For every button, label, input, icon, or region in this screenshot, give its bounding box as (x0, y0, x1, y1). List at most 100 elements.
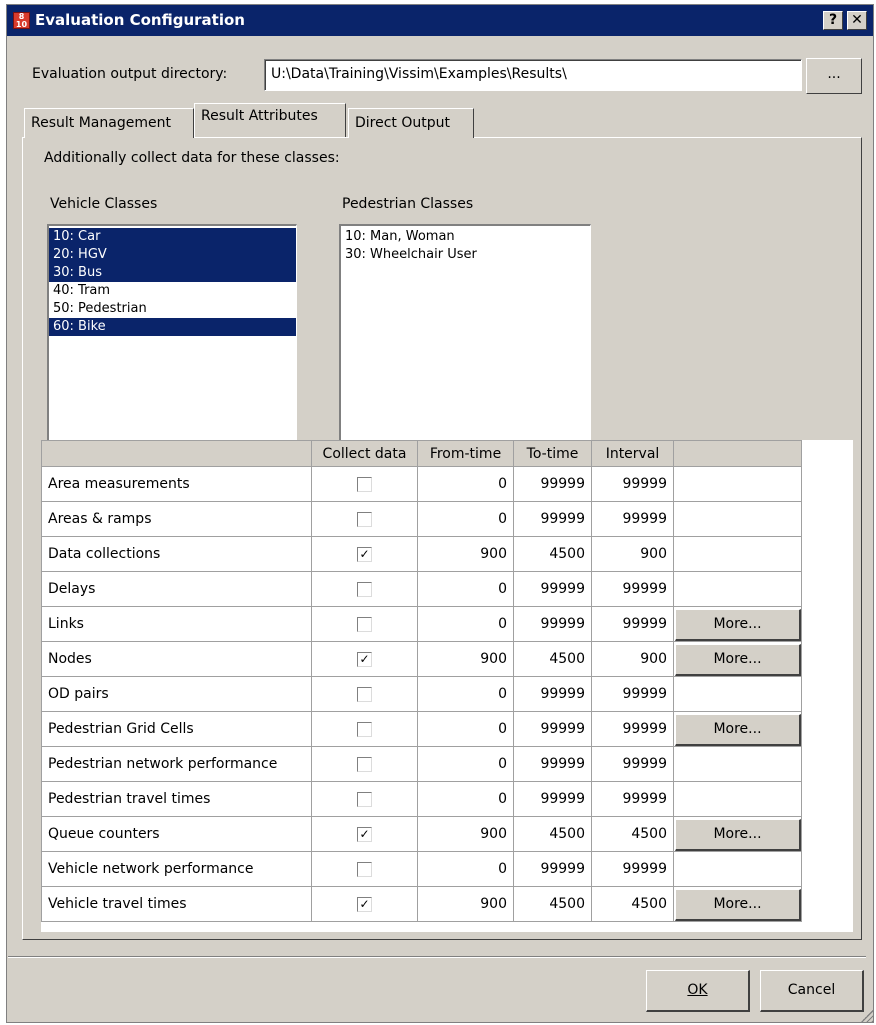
vehicle-list-item[interactable]: 10: Car (49, 228, 296, 246)
from-time-cell[interactable]: 0 (417, 606, 514, 642)
close-button[interactable]: ✕ (847, 11, 867, 30)
interval-cell[interactable]: 99999 (591, 851, 674, 887)
interval-cell[interactable]: 99999 (591, 466, 674, 502)
row-name: Nodes (41, 641, 312, 677)
cancel-button[interactable]: Cancel (760, 970, 864, 1012)
table-row: OD pairs 0 99999 99999 (41, 676, 802, 712)
more-cell (673, 536, 802, 572)
to-time-cell[interactable]: 99999 (513, 781, 592, 817)
more-cell: More... (673, 886, 802, 922)
more-button[interactable]: More... (675, 818, 801, 851)
more-button[interactable]: More... (675, 713, 801, 746)
tab-result-management[interactable]: Result Management (24, 108, 194, 138)
collect-data-cell (311, 676, 418, 712)
interval-cell[interactable]: 4500 (591, 816, 674, 852)
from-time-cell[interactable]: 0 (417, 781, 514, 817)
interval-cell[interactable]: 99999 (591, 781, 674, 817)
from-time-cell[interactable]: 0 (417, 571, 514, 607)
collect-data-checkbox[interactable] (357, 616, 372, 632)
collect-data-checkbox[interactable]: ✓ (357, 826, 372, 842)
collect-data-checkbox[interactable] (357, 686, 372, 702)
collect-data-checkbox[interactable] (357, 721, 372, 737)
table-row: Data collections ✓ 900 4500 900 (41, 536, 802, 572)
collect-data-checkbox[interactable]: ✓ (357, 546, 372, 562)
interval-cell[interactable]: 99999 (591, 501, 674, 537)
interval-cell[interactable]: 900 (591, 536, 674, 572)
collect-data-checkbox[interactable] (357, 861, 372, 877)
row-name: Areas & ramps (41, 501, 312, 537)
from-time-cell[interactable]: 0 (417, 676, 514, 712)
title-bar[interactable]: 8 10 Evaluation Configuration ? ✕ (7, 5, 873, 36)
pedestrian-list-item[interactable]: 10: Man, Woman (341, 228, 590, 246)
row-name: Links (41, 606, 312, 642)
collect-data-checkbox[interactable] (357, 476, 372, 492)
browse-button[interactable]: ... (806, 58, 862, 94)
to-time-cell[interactable]: 4500 (513, 816, 592, 852)
row-name: OD pairs (41, 676, 312, 712)
to-time-cell[interactable]: 4500 (513, 536, 592, 572)
to-time-cell[interactable]: 99999 (513, 711, 592, 747)
vehicle-list-item[interactable]: 40: Tram (49, 282, 296, 300)
table-row: Vehicle travel times ✓ 900 4500 4500 More... (41, 886, 802, 922)
to-time-cell[interactable]: 99999 (513, 501, 592, 537)
output-directory-input[interactable]: U:\Data\Training\Vissim\Examples\Results… (264, 59, 802, 91)
vehicle-list-item[interactable]: 30: Bus (49, 264, 296, 282)
collect-data-checkbox[interactable] (357, 581, 372, 597)
interval-cell[interactable]: 99999 (591, 711, 674, 747)
more-button[interactable]: More... (675, 608, 801, 641)
more-button[interactable]: More... (675, 888, 801, 921)
from-time-cell[interactable]: 0 (417, 711, 514, 747)
vehicle-classes-list[interactable]: 10: Car 20: HGV 30: Bus 40: Tram 50: Pedestr… (47, 224, 297, 447)
from-time-cell[interactable]: 0 (417, 501, 514, 537)
vehicle-list-item[interactable]: 50: Pedestrian (49, 300, 296, 318)
from-time-cell[interactable]: 0 (417, 466, 514, 502)
more-cell (673, 851, 802, 887)
interval-cell[interactable]: 99999 (591, 571, 674, 607)
row-name: Area measurements (41, 466, 312, 502)
from-time-cell[interactable]: 0 (417, 851, 514, 887)
interval-cell[interactable]: 99999 (591, 606, 674, 642)
pedestrian-list-item[interactable]: 30: Wheelchair User (341, 246, 590, 264)
from-time-cell[interactable]: 900 (417, 886, 514, 922)
from-time-cell[interactable]: 900 (417, 816, 514, 852)
row-name: Vehicle network performance (41, 851, 312, 887)
vehicle-list-item[interactable]: 60: Bike (49, 318, 296, 336)
pedestrian-classes-list[interactable]: 10: Man, Woman 30: Wheelchair User (339, 224, 591, 447)
to-time-cell[interactable]: 99999 (513, 606, 592, 642)
interval-cell[interactable]: 99999 (591, 676, 674, 712)
to-time-cell[interactable]: 99999 (513, 466, 592, 502)
collect-data-cell (311, 466, 418, 502)
to-time-cell[interactable]: 4500 (513, 641, 592, 677)
to-time-cell[interactable]: 99999 (513, 851, 592, 887)
from-time-cell[interactable]: 900 (417, 641, 514, 677)
to-time-cell[interactable]: 99999 (513, 746, 592, 782)
resize-grip-icon[interactable] (860, 1009, 874, 1023)
header-collect-data[interactable]: Collect data (311, 440, 418, 467)
to-time-cell[interactable]: 4500 (513, 886, 592, 922)
vehicle-list-item[interactable]: 20: HGV (49, 246, 296, 264)
interval-cell[interactable]: 4500 (591, 886, 674, 922)
help-button[interactable]: ? (823, 11, 843, 30)
row-name: Data collections (41, 536, 312, 572)
collect-data-checkbox[interactable]: ✓ (357, 651, 372, 667)
collect-data-checkbox[interactable]: ✓ (357, 896, 372, 912)
header-to-time[interactable]: To-time (513, 440, 592, 467)
interval-cell[interactable]: 99999 (591, 746, 674, 782)
collect-data-checkbox[interactable] (357, 511, 372, 527)
header-from-time[interactable]: From-time (417, 440, 514, 467)
collect-data-checkbox[interactable] (357, 791, 372, 807)
collect-data-checkbox[interactable] (357, 756, 372, 772)
collect-data-cell (311, 711, 418, 747)
collect-data-cell (311, 606, 418, 642)
to-time-cell[interactable]: 99999 (513, 676, 592, 712)
header-interval[interactable]: Interval (591, 440, 674, 467)
to-time-cell[interactable]: 99999 (513, 571, 592, 607)
from-time-cell[interactable]: 900 (417, 536, 514, 572)
output-directory-label: Evaluation output directory: (32, 66, 228, 82)
ok-button[interactable]: OK (646, 970, 750, 1012)
tab-direct-output[interactable]: Direct Output (348, 108, 474, 138)
from-time-cell[interactable]: 0 (417, 746, 514, 782)
interval-cell[interactable]: 900 (591, 641, 674, 677)
tab-result-attributes[interactable]: Result Attributes (194, 103, 346, 137)
more-button[interactable]: More... (675, 643, 801, 676)
